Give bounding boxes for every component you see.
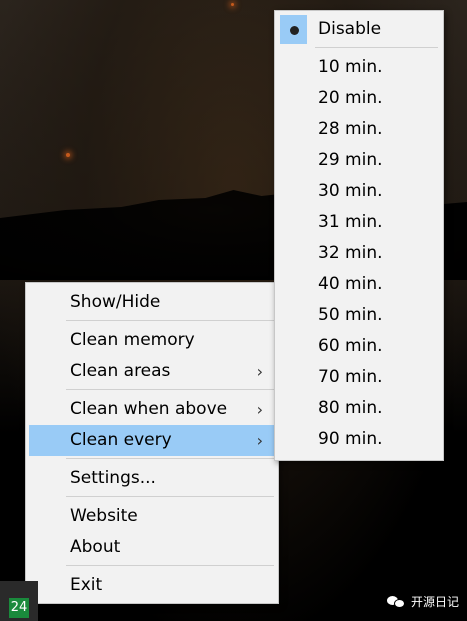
submenu-item-28-min[interactable]: 28 min.	[278, 114, 440, 145]
submenu-item-29-min[interactable]: 29 min.	[278, 145, 440, 176]
submenu-item-70-min[interactable]: 70 min.	[278, 362, 440, 393]
submenu-item-label: 50 min.	[318, 305, 383, 325]
submenu-item-label: 30 min.	[318, 181, 383, 201]
menu-separator	[315, 47, 438, 48]
menu-item-label: Clean when above	[70, 399, 228, 419]
menu-item-label: Clean every	[70, 430, 172, 450]
submenu-item-20-min[interactable]: 20 min.	[278, 83, 440, 114]
submenu-item-60-min[interactable]: 60 min.	[278, 331, 440, 362]
menu-item-exit[interactable]: Exit	[29, 570, 275, 601]
chevron-right-icon: ›	[256, 431, 263, 450]
submenu-item-disable[interactable]: Disable	[278, 14, 440, 45]
menu-item-clean-every[interactable]: Clean every ›	[29, 425, 275, 456]
submenu-item-10-min[interactable]: 10 min.	[278, 52, 440, 83]
submenu-item-32-min[interactable]: 32 min.	[278, 238, 440, 269]
menu-separator	[66, 320, 274, 321]
menu-item-label: Settings...	[70, 468, 156, 488]
menu-item-clean-areas[interactable]: Clean areas ›	[29, 356, 275, 387]
menu-item-clean-memory[interactable]: Clean memory	[29, 325, 275, 356]
watermark-text: 开源日记	[410, 594, 459, 609]
submenu-item-90-min[interactable]: 90 min.	[278, 424, 440, 455]
selected-indicator	[280, 15, 307, 44]
menu-item-label: Exit	[70, 575, 103, 595]
menu-item-label: About	[70, 537, 121, 557]
submenu-item-label: Disable	[318, 19, 382, 39]
chevron-right-icon: ›	[256, 400, 263, 419]
submenu-item-label: 28 min.	[318, 119, 383, 139]
menu-item-label: Website	[70, 506, 138, 526]
submenu-item-label: 20 min.	[318, 88, 383, 108]
tray-app-icon[interactable]: 24	[0, 581, 38, 621]
menu-separator	[66, 389, 274, 390]
menu-item-website[interactable]: Website	[29, 501, 275, 532]
submenu-item-label: 60 min.	[318, 336, 383, 356]
menu-separator	[66, 458, 274, 459]
menu-item-label: Clean areas	[70, 361, 171, 381]
submenu-item-label: 10 min.	[318, 57, 383, 77]
menu-item-about[interactable]: About	[29, 532, 275, 563]
submenu-item-label: 29 min.	[318, 150, 383, 170]
submenu-item-40-min[interactable]: 40 min.	[278, 269, 440, 300]
light-spot	[231, 3, 234, 6]
submenu-item-label: 90 min.	[318, 429, 383, 449]
memory-cleaner-icon: 24	[9, 598, 29, 618]
menu-separator	[66, 496, 274, 497]
menu-item-label: Clean memory	[70, 330, 195, 350]
menu-item-clean-when-above[interactable]: Clean when above ›	[29, 394, 275, 425]
radio-bullet-icon	[290, 26, 299, 35]
light-spot	[66, 153, 70, 157]
wechat-icon	[386, 594, 405, 608]
submenu-item-31-min[interactable]: 31 min.	[278, 207, 440, 238]
submenu-item-30-min[interactable]: 30 min.	[278, 176, 440, 207]
submenu-item-label: 40 min.	[318, 274, 383, 294]
chevron-right-icon: ›	[256, 362, 263, 381]
menu-item-label: Show/Hide	[70, 292, 161, 312]
tray-context-menu: Show/Hide Clean memory Clean areas › Cle…	[25, 282, 279, 604]
menu-separator	[66, 565, 274, 566]
submenu-item-label: 80 min.	[318, 398, 383, 418]
watermark: 开源日记	[386, 590, 459, 612]
submenu-item-label: 32 min.	[318, 243, 383, 263]
submenu-item-80-min[interactable]: 80 min.	[278, 393, 440, 424]
menu-item-settings[interactable]: Settings...	[29, 463, 275, 494]
submenu-item-label: 31 min.	[318, 212, 383, 232]
submenu-item-50-min[interactable]: 50 min.	[278, 300, 440, 331]
submenu-item-label: 70 min.	[318, 367, 383, 387]
clean-every-submenu: Disable 10 min. 20 min. 28 min. 29 min. …	[274, 10, 444, 461]
menu-item-show-hide[interactable]: Show/Hide	[29, 287, 275, 318]
